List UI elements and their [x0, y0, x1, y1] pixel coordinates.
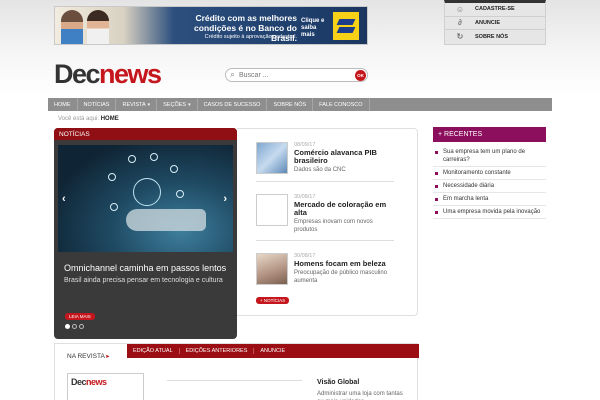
read-more-button[interactable]: LEIA MAIS	[65, 313, 95, 320]
news-thumbnail[interactable]	[256, 194, 288, 226]
tab-advertise[interactable]: ANUNCIE	[254, 348, 291, 354]
ad-subtext: Crédito sujeito à aprovação cadastral.	[204, 34, 297, 40]
nav-item-contato[interactable]: FALE CONOSCO	[313, 98, 370, 111]
ad-person-image	[87, 10, 109, 44]
user-icon: ☺	[455, 4, 465, 14]
bank-ad-banner[interactable]: Crédito com as melhores condições é no B…	[54, 6, 368, 45]
news-title[interactable]: Mercado de coloração em alta	[294, 201, 396, 217]
search-input[interactable]	[239, 71, 355, 79]
quick-link-label: CADASTRE-SE	[475, 6, 515, 13]
network-node-icon	[108, 173, 116, 181]
news-desc: Dados são da CNC	[294, 167, 346, 173]
header-area: Crédito com as melhores condições é no B…	[0, 0, 600, 98]
recent-title: + RECENTES	[433, 127, 546, 142]
quick-link-about[interactable]: ↻ SOBRE NÓS	[445, 30, 545, 44]
divider	[256, 240, 394, 241]
divider	[167, 380, 302, 381]
news-desc: Empresas inovam com novos produtos	[294, 219, 373, 233]
magazine-label: NA REVISTA	[67, 352, 110, 360]
site-logo[interactable]: Decnews	[54, 59, 162, 89]
magazine-headline[interactable]: Visão Global	[317, 379, 359, 386]
tab-previous-editions[interactable]: EDIÇÕES ANTERIORES	[180, 348, 255, 354]
recent-item[interactable]: Monitoramento constante	[433, 167, 546, 180]
network-node-icon	[110, 203, 118, 211]
nav-item-sobre[interactable]: SOBRE NÓS	[267, 98, 314, 111]
slider-dot[interactable]	[79, 324, 84, 329]
paperclip-icon: ∂	[458, 18, 462, 28]
news-title[interactable]: Homens focam em beleza	[294, 260, 386, 268]
nav-item-secoes[interactable]: SEÇÕES	[157, 98, 198, 111]
hand-image	[126, 209, 206, 231]
featured-image[interactable]: ‹ ›	[58, 145, 233, 252]
nav-item-revista[interactable]: REVISTA	[116, 98, 158, 111]
magazine-desc: Administrar uma loja com tantas ou mais …	[317, 391, 403, 400]
featured-subtitle: Brasil ainda precisa pensar em tecnologi…	[64, 277, 223, 284]
ad-cta[interactable]: Clique e saiba mais	[301, 18, 329, 39]
recent-item[interactable]: Em marcha lenta	[433, 193, 546, 206]
news-list: 08/09/17 Comércio alavanca PIB brasileir…	[237, 128, 418, 316]
slider-dot[interactable]	[72, 324, 77, 329]
magazine-tabs: EDIÇÃO ATUAL EDIÇÕES ANTERIORES ANUNCIE	[127, 344, 419, 358]
slider-next-arrow-icon[interactable]: ›	[223, 193, 227, 205]
search-button[interactable]: OK	[355, 69, 366, 81]
nav-item-noticias[interactable]: NOTÍCIAS	[78, 98, 117, 111]
banco-do-brasil-logo-icon	[333, 12, 359, 40]
quick-link-label: ANUNCIE	[475, 19, 501, 26]
magazine-section: NA REVISTA EDIÇÃO ATUAL EDIÇÕES ANTERIOR…	[54, 343, 419, 400]
cart-hub-icon	[133, 178, 161, 206]
logo-part-dec: Dec	[71, 377, 87, 387]
divider	[256, 181, 394, 182]
quick-links: ☺ CADASTRE-SE ∂ ANUNCIE ↻ SOBRE NÓS	[444, 0, 546, 45]
ad-person-image	[61, 10, 83, 44]
recent-item[interactable]: Uma empresa movida pela inovação	[433, 206, 546, 219]
logo-part-news: news	[99, 59, 162, 89]
logo-part-news: news	[86, 377, 107, 387]
network-node-icon	[128, 155, 136, 163]
quick-link-signup[interactable]: ☺ CADASTRE-SE	[445, 3, 545, 17]
recent-item[interactable]: Necessidade diária	[433, 180, 546, 193]
breadcrumb: Você está aqui: HOME	[58, 116, 119, 122]
network-node-icon	[150, 153, 158, 161]
news-desc: Preocupação de público masculino aumenta	[294, 270, 388, 284]
main-nav: HOME NOTÍCIAS REVISTA SEÇÕES CASOS DE SU…	[48, 98, 552, 111]
nav-item-home[interactable]: HOME	[48, 98, 78, 111]
quick-link-advertise[interactable]: ∂ ANUNCIE	[445, 17, 545, 31]
quick-link-label: SOBRE NÓS	[475, 33, 509, 40]
featured-section-label: NOTÍCIAS	[54, 128, 237, 140]
recent-sidebar: + RECENTES Sua empresa tem um plano de c…	[433, 127, 546, 219]
slider-dots	[65, 324, 84, 329]
search-box: ⌕ OK	[225, 68, 368, 82]
featured-news-card: NOTÍCIAS ‹ › Omnichannel caminha em pass…	[54, 128, 237, 339]
news-thumbnail[interactable]	[256, 142, 288, 174]
slider-prev-arrow-icon[interactable]: ‹	[62, 193, 66, 205]
refresh-icon: ↻	[456, 32, 464, 42]
search-icon: ⌕	[230, 70, 235, 79]
more-news-button[interactable]: + NOTÍCIAS	[256, 297, 290, 304]
breadcrumb-current[interactable]: HOME	[101, 116, 119, 122]
magazine-cover-logo: Decnews	[71, 377, 140, 387]
news-title[interactable]: Comércio alavanca PIB brasileiro	[294, 149, 396, 165]
logo-part-dec: Dec	[54, 59, 101, 89]
breadcrumb-prefix: Você está aqui:	[58, 116, 100, 122]
recent-item[interactable]: Sua empresa tem um plano de carreiras?	[433, 146, 546, 167]
news-thumbnail[interactable]	[256, 253, 288, 285]
featured-title[interactable]: Omnichannel caminha em passos lentos	[64, 263, 226, 273]
network-node-icon	[176, 190, 184, 198]
magazine-cover[interactable]: Decnews	[67, 373, 144, 400]
nav-item-casos[interactable]: CASOS DE SUCESSO	[198, 98, 268, 111]
tab-current-edition[interactable]: EDIÇÃO ATUAL	[127, 348, 180, 354]
network-node-icon	[170, 165, 178, 173]
slider-dot[interactable]	[65, 324, 70, 329]
